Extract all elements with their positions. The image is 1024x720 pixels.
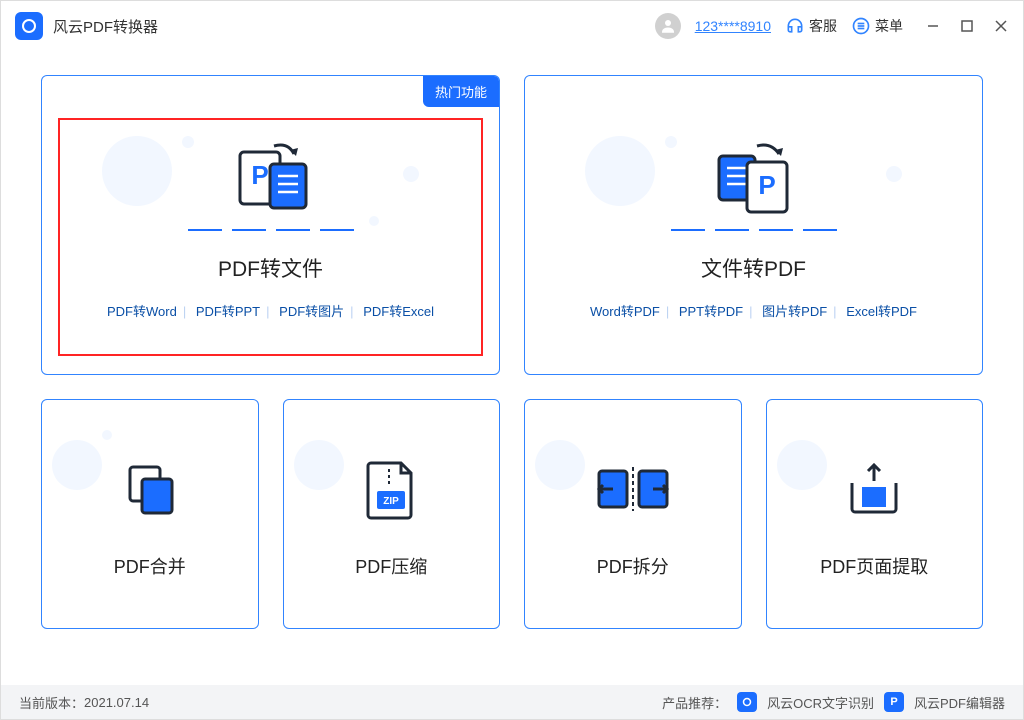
menu-icon xyxy=(851,16,871,36)
ocr-icon xyxy=(737,692,757,712)
close-button[interactable] xyxy=(993,18,1009,34)
maximize-button[interactable] xyxy=(959,18,975,34)
title-bar: 风云PDF转换器 123****8910 客服 菜单 xyxy=(1,1,1023,51)
user-link[interactable]: 123****8910 xyxy=(695,18,771,34)
main-content: 热门功能 P xyxy=(1,51,1023,639)
menu-label: 菜单 xyxy=(875,16,903,36)
editor-link[interactable]: 风云PDF编辑器 xyxy=(914,693,1005,712)
card-pdf-split[interactable]: PDF拆分 xyxy=(524,399,742,629)
app-logo xyxy=(15,12,43,40)
card-file-to-pdf[interactable]: P 文件转PDF Word转PDF| PPT转PDF| 图片转PDF| Exce… xyxy=(524,75,983,375)
bg-decoration xyxy=(42,400,258,628)
bg-decoration xyxy=(767,400,983,628)
status-bar: 当前版本： 2021.07.14 产品推荐： 风云OCR文字识别 P 风云PDF… xyxy=(1,685,1023,719)
version-value: 2021.07.14 xyxy=(84,695,149,710)
headset-icon xyxy=(785,16,805,36)
card-pdf-extract[interactable]: PDF页面提取 xyxy=(766,399,984,629)
card-pdf-to-file[interactable]: 热门功能 P xyxy=(41,75,500,375)
bg-decoration xyxy=(525,76,982,374)
minimize-button[interactable] xyxy=(925,18,941,34)
menu-button[interactable]: 菜单 xyxy=(851,16,903,36)
version-label: 当前版本： xyxy=(19,693,84,712)
card-pdf-merge[interactable]: PDF合并 xyxy=(41,399,259,629)
support-button[interactable]: 客服 xyxy=(785,16,837,36)
bg-decoration xyxy=(284,400,500,628)
bg-decoration xyxy=(525,400,741,628)
bg-decoration xyxy=(42,76,499,374)
app-title: 风云PDF转换器 xyxy=(53,16,158,37)
support-label: 客服 xyxy=(809,16,837,36)
recommend-label: 产品推荐： xyxy=(662,693,727,712)
card-pdf-compress[interactable]: ZIP PDF压缩 xyxy=(283,399,501,629)
avatar-icon[interactable] xyxy=(655,13,681,39)
ocr-link[interactable]: 风云OCR文字识别 xyxy=(767,693,874,712)
editor-icon: P xyxy=(884,692,904,712)
